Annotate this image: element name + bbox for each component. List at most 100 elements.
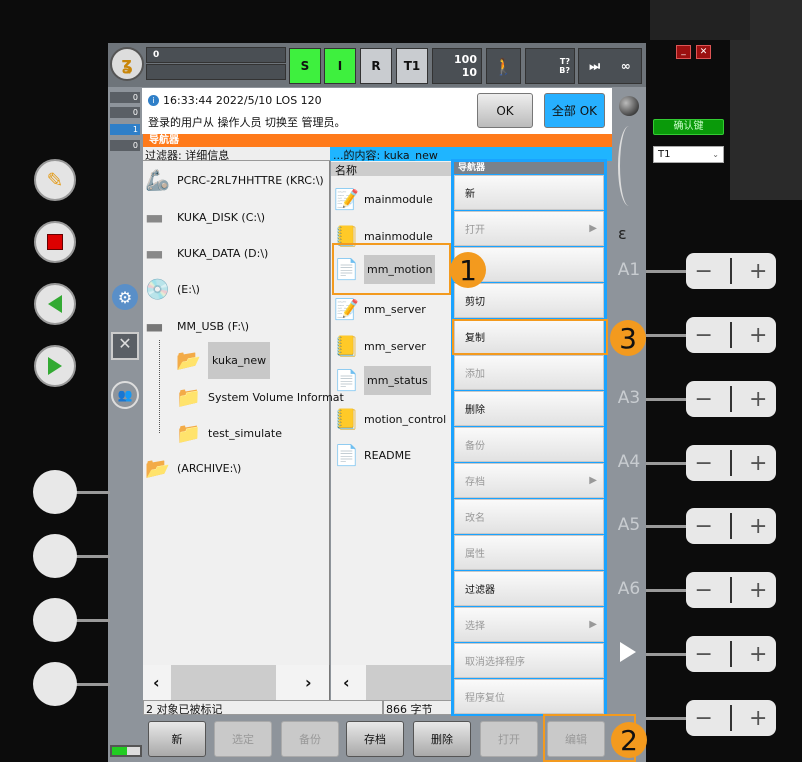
tree-scrollbar[interactable]: ‹ › (143, 665, 330, 700)
scroll-thumb[interactable] (171, 665, 276, 700)
menu-item[interactable]: 存档 ▶ (454, 463, 604, 498)
kuka-main-menu-icon[interactable]: ʓ (110, 47, 144, 81)
jog-key[interactable]: − + (686, 445, 776, 481)
menu-item[interactable]: 取消选择程序 (454, 643, 604, 678)
tree-item[interactable]: 📁 System Volume Informat (176, 382, 344, 412)
plus-icon[interactable]: + (749, 578, 767, 603)
globe-icon[interactable] (619, 96, 639, 116)
jog-key[interactable]: − + (686, 636, 776, 672)
softkey-button[interactable]: 新 (148, 721, 206, 757)
menu-item[interactable]: 添加 (454, 355, 604, 390)
file-list-item[interactable]: 📝 mainmodule (334, 182, 433, 216)
drives-status-button[interactable]: I (324, 48, 356, 84)
tree-item[interactable]: 📁 test_simulate (176, 418, 282, 448)
tree-item[interactable]: 💿 (E:\) (145, 274, 200, 304)
menu-item[interactable]: 选择 ▶ (454, 607, 604, 642)
user-key[interactable] (33, 470, 77, 514)
tree-item[interactable]: 📂 kuka_new (176, 341, 271, 379)
softkey-button[interactable]: 打开 (480, 721, 538, 757)
robot-interpreter-button[interactable]: R (360, 48, 392, 84)
user-group-icon[interactable]: 👥 (111, 381, 139, 409)
start-icon[interactable] (620, 642, 636, 662)
file-list-item[interactable]: 📒 motion_control (334, 402, 446, 436)
menu-item[interactable]: 备份 (454, 427, 604, 462)
plus-icon[interactable]: + (749, 706, 767, 731)
close-button[interactable]: ✕ (696, 45, 711, 59)
minimize-button[interactable]: _ (676, 45, 691, 59)
mode-select[interactable]: T1 ⌄ (653, 146, 724, 163)
program-run-mode-button[interactable]: ⏭ ∞ (578, 48, 642, 84)
walking-man-icon[interactable]: 🚶 (486, 48, 521, 84)
jog-mode-icon[interactable]: ɛ (618, 224, 627, 243)
jog-key[interactable]: − + (686, 700, 776, 736)
menu-item[interactable]: 打开 ▶ (454, 211, 604, 246)
scroll-right-icon[interactable]: › (305, 673, 312, 692)
pencil-icon[interactable]: ✎ (34, 159, 76, 201)
tree-item[interactable]: ▬ KUKA_DATA (D:\) (145, 238, 268, 268)
tree-item[interactable]: ▬ KUKA_DISK (C:\) (145, 202, 265, 232)
start-backward-button[interactable] (34, 283, 76, 325)
start-button[interactable] (34, 345, 76, 387)
jog-keys-icon[interactable]: ✕ (111, 332, 139, 360)
menu-item[interactable]: 属性 (454, 535, 604, 570)
tool-base-button[interactable]: T? B? (525, 48, 575, 84)
jog-key[interactable]: − + (686, 508, 776, 544)
tree-item[interactable]: ▬ MM_USB (F:\) (145, 311, 249, 341)
menu-item[interactable]: 新 (454, 175, 604, 210)
name-column-header[interactable]: 名称 (331, 162, 453, 177)
softkey-button[interactable]: 删除 (413, 721, 471, 757)
submit-status-button[interactable]: S (289, 48, 321, 84)
warning-count[interactable]: 0 (110, 107, 140, 118)
user-key[interactable] (33, 598, 77, 642)
softkey-button[interactable]: 备份 (281, 721, 339, 757)
directory-tree[interactable] (143, 161, 330, 665)
minus-icon[interactable]: − (695, 451, 713, 476)
robot-interpreter-field[interactable] (146, 64, 286, 80)
plus-icon[interactable]: + (749, 642, 767, 667)
minus-icon[interactable]: − (695, 323, 713, 348)
scroll-thumb[interactable] (366, 665, 453, 700)
plus-icon[interactable]: + (749, 451, 767, 476)
menu-item[interactable]: 删除 (454, 391, 604, 426)
menu-item[interactable]: 改名 (454, 499, 604, 534)
tree-item[interactable]: 📂 (ARCHIVE:\) (145, 453, 241, 483)
jog-key[interactable]: − + (686, 381, 776, 417)
user-key[interactable] (33, 662, 77, 706)
minus-icon[interactable]: − (695, 578, 713, 603)
override-button[interactable]: 100 10 (432, 48, 482, 84)
plus-icon[interactable]: + (749, 514, 767, 539)
file-list-item[interactable]: 📒 mm_server (334, 329, 426, 363)
all-ok-button[interactable]: 全部 OK (544, 93, 605, 128)
menu-item[interactable]: 剪切 (454, 283, 604, 318)
softkey-button[interactable]: 存档 (346, 721, 404, 757)
minus-icon[interactable]: − (695, 706, 713, 731)
menu-item[interactable]: 过滤器 (454, 571, 604, 606)
minus-icon[interactable]: − (695, 259, 713, 284)
jog-key[interactable]: − + (686, 572, 776, 608)
jog-key[interactable]: − + (686, 253, 776, 289)
minus-icon[interactable]: − (695, 387, 713, 412)
scroll-left-icon[interactable]: ‹ (343, 673, 350, 692)
plus-icon[interactable]: + (749, 387, 767, 412)
menu-item[interactable]: 程序复位 (454, 679, 604, 714)
minus-icon[interactable]: − (695, 514, 713, 539)
jog-key[interactable]: − + (686, 317, 776, 353)
scroll-left-icon[interactable]: ‹ (153, 673, 160, 692)
operating-mode-button[interactable]: T1 (396, 48, 428, 84)
info-count[interactable]: 1 (110, 124, 140, 135)
stop-button[interactable] (34, 221, 76, 263)
tree-item[interactable]: 🦾 PCRC-2RL7HHTTRE (KRC:\) (145, 165, 324, 195)
file-list-item[interactable]: 📝 mm_server (334, 292, 426, 326)
error-count[interactable]: 0 (110, 92, 140, 103)
file-scrollbar[interactable]: ‹ (331, 665, 453, 700)
file-list-item[interactable]: 📄 mm_status (334, 363, 431, 397)
file-list-item[interactable]: 📄 README (334, 438, 411, 472)
plus-icon[interactable]: + (749, 259, 767, 284)
dialog-count[interactable]: 0 (110, 140, 140, 151)
plus-icon[interactable]: + (749, 323, 767, 348)
user-key[interactable] (33, 534, 77, 578)
submit-interpreter-field[interactable]: 0 (146, 47, 286, 63)
minus-icon[interactable]: − (695, 642, 713, 667)
ok-button[interactable]: OK (477, 93, 533, 128)
softkey-button[interactable]: 选定 (214, 721, 272, 757)
